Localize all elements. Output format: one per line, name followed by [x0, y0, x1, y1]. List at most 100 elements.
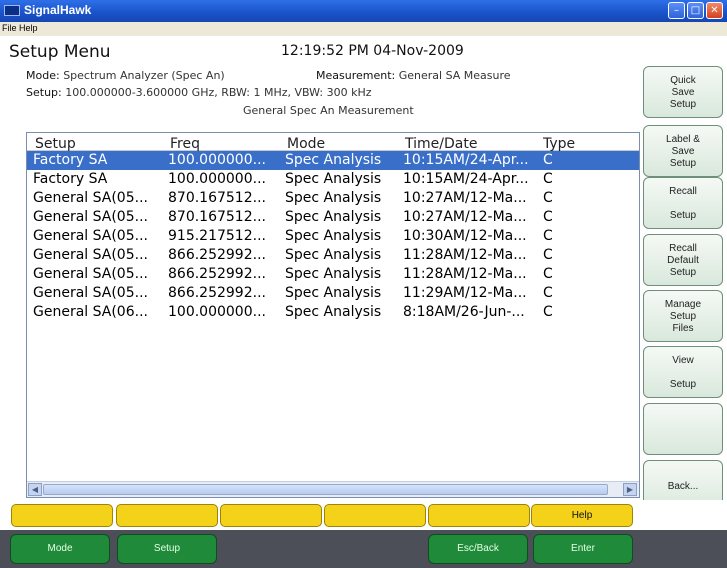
- soft-key-label: Default: [667, 255, 699, 266]
- menu-file[interactable]: File: [2, 23, 17, 33]
- table-row[interactable]: General SA(05... 866.252992... Spec Analys…: [27, 246, 639, 265]
- cell-time-date: 11:28AM/12-Ma...: [403, 247, 527, 263]
- cell-mode: Spec Analysis: [285, 247, 382, 263]
- cell-setup: Factory SA: [33, 171, 108, 187]
- soft-key-label: Setup: [669, 311, 697, 322]
- column-header-mode[interactable]: Mode: [287, 136, 325, 152]
- measurement-label: Measurement:: [316, 69, 396, 82]
- function-key-bar: Help: [0, 500, 727, 530]
- table-row[interactable]: General SA(05... 870.167512... Spec Analys…: [27, 208, 639, 227]
- soft-key-label: Recall: [669, 243, 697, 254]
- cell-setup: General SA(05...: [33, 285, 148, 301]
- menu-help[interactable]: Help: [19, 23, 38, 33]
- cell-mode: Spec Analysis: [285, 190, 382, 206]
- table-header: Setup Freq Mode Time/Date Type: [27, 133, 639, 152]
- cell-setup: General SA(05...: [33, 190, 148, 206]
- function-key-4[interactable]: [324, 504, 426, 527]
- cell-time-date: 10:30AM/12-Ma...: [403, 228, 527, 244]
- soft-key-label: Setup: [669, 379, 697, 390]
- view-setup-button[interactable]: View Setup: [643, 346, 723, 398]
- cell-mode: Spec Analysis: [285, 304, 382, 320]
- window-title: SignalHawk: [24, 3, 92, 17]
- soft-key-label: Setup: [669, 158, 697, 169]
- cell-time-date: 10:15AM/24-Apr...: [403, 152, 529, 168]
- soft-key-label: Back...: [667, 481, 699, 492]
- cell-time-date: 8:18AM/26-Jun-...: [403, 304, 525, 320]
- cell-setup: General SA(05...: [33, 266, 148, 282]
- cell-freq: 866.252992...: [168, 266, 266, 282]
- manage-setup-files-button[interactable]: Manage Setup Files: [643, 290, 723, 342]
- cell-mode: Spec Analysis: [285, 285, 382, 301]
- close-icon[interactable]: ✕: [706, 2, 723, 19]
- cell-freq: 915.217512...: [168, 228, 266, 244]
- function-key-5[interactable]: [428, 504, 530, 527]
- cell-time-date: 11:28AM/12-Ma...: [403, 266, 527, 282]
- cell-setup: General SA(05...: [33, 247, 148, 263]
- soft-key-label: Files: [672, 323, 694, 334]
- soft-key-label: Setup: [669, 267, 697, 278]
- cell-time-date: 10:27AM/12-Ma...: [403, 190, 527, 206]
- blank-soft-key[interactable]: [643, 403, 723, 455]
- cell-mode: Spec Analysis: [285, 152, 382, 168]
- setup-description: General Spec An Measurement: [243, 104, 414, 117]
- cell-setup: General SA(05...: [33, 228, 148, 244]
- function-key-1[interactable]: [11, 504, 113, 527]
- mode-key[interactable]: Mode: [10, 534, 110, 564]
- cell-mode: Spec Analysis: [285, 266, 382, 282]
- column-header-type[interactable]: Type: [543, 136, 575, 152]
- app-logo-icon: [4, 5, 20, 16]
- cell-type: C: [543, 190, 553, 206]
- scroll-right-icon[interactable]: ▶: [623, 483, 637, 496]
- menu-bar: File Help: [0, 22, 727, 36]
- table-row[interactable]: Factory SA 100.000000... Spec Analysis 10:1…: [27, 151, 639, 170]
- mode-label: Mode:: [26, 69, 60, 82]
- enter-key[interactable]: Enter: [533, 534, 633, 564]
- mode-value: Spectrum Analyzer (Spec An): [63, 69, 225, 82]
- setup-table: Setup Freq Mode Time/Date Type Factory S…: [26, 132, 640, 498]
- soft-key-label: Manage: [664, 299, 702, 310]
- cell-mode: Spec Analysis: [285, 209, 382, 225]
- help-key[interactable]: Help: [531, 504, 633, 527]
- function-key-3[interactable]: [220, 504, 322, 527]
- hard-key-bar: Mode Setup Esc/Back Enter: [0, 530, 727, 568]
- cell-freq: 870.167512...: [168, 209, 266, 225]
- scroll-left-icon[interactable]: ◀: [28, 483, 42, 496]
- scrollbar-thumb[interactable]: [43, 484, 608, 495]
- cell-type: C: [543, 266, 553, 282]
- column-header-setup[interactable]: Setup: [35, 136, 76, 152]
- function-key-2[interactable]: [116, 504, 218, 527]
- cell-time-date: 11:29AM/12-Ma...: [403, 285, 527, 301]
- table-row[interactable]: General SA(05... 915.217512... Spec Analys…: [27, 227, 639, 246]
- cell-type: C: [543, 304, 553, 320]
- soft-key-label: Setup: [669, 99, 697, 110]
- soft-key-label: [644, 424, 722, 436]
- table-row[interactable]: General SA(05... 870.167512... Spec Analys…: [27, 189, 639, 208]
- horizontal-scrollbar[interactable]: ◀ ▶: [27, 481, 639, 497]
- table-body: Factory SA 100.000000... Spec Analysis 10:1…: [27, 151, 639, 322]
- soft-key-panel: Quick Save Setup Label & Save Setup Recall Setu…: [643, 66, 723, 512]
- recall-setup-button[interactable]: Recall Setup: [643, 177, 723, 229]
- column-header-time-date[interactable]: Time/Date: [405, 136, 477, 152]
- cell-type: C: [543, 171, 553, 187]
- table-row[interactable]: General SA(06... 100.000000... Spec Analys…: [27, 303, 639, 322]
- table-row[interactable]: Factory SA 100.000000... Spec Analysis 10:1…: [27, 170, 639, 189]
- maximize-icon[interactable]: □: [687, 2, 704, 19]
- soft-key-label: [644, 198, 722, 210]
- cell-freq: 866.252992...: [168, 247, 266, 263]
- column-header-freq[interactable]: Freq: [170, 136, 200, 152]
- measurement-info: Measurement: General SA Measure: [316, 69, 511, 82]
- title-bar: SignalHawk – □ ✕: [0, 0, 727, 22]
- cell-mode: Spec Analysis: [285, 228, 382, 244]
- recall-default-setup-button[interactable]: Recall Default Setup: [643, 234, 723, 286]
- cell-freq: 870.167512...: [168, 190, 266, 206]
- table-row[interactable]: General SA(05... 866.252992... Spec Analys…: [27, 265, 639, 284]
- setup-key[interactable]: Setup: [117, 534, 217, 564]
- quick-save-setup-button[interactable]: Quick Save Setup: [643, 66, 723, 118]
- cell-freq: 100.000000...: [168, 171, 266, 187]
- cell-setup: General SA(06...: [33, 304, 148, 320]
- cell-type: C: [543, 152, 553, 168]
- label-save-setup-button[interactable]: Label & Save Setup: [643, 125, 723, 177]
- table-row[interactable]: General SA(05... 866.252992... Spec Analys…: [27, 284, 639, 303]
- esc-back-key[interactable]: Esc/Back: [428, 534, 528, 564]
- minimize-icon[interactable]: –: [668, 2, 685, 19]
